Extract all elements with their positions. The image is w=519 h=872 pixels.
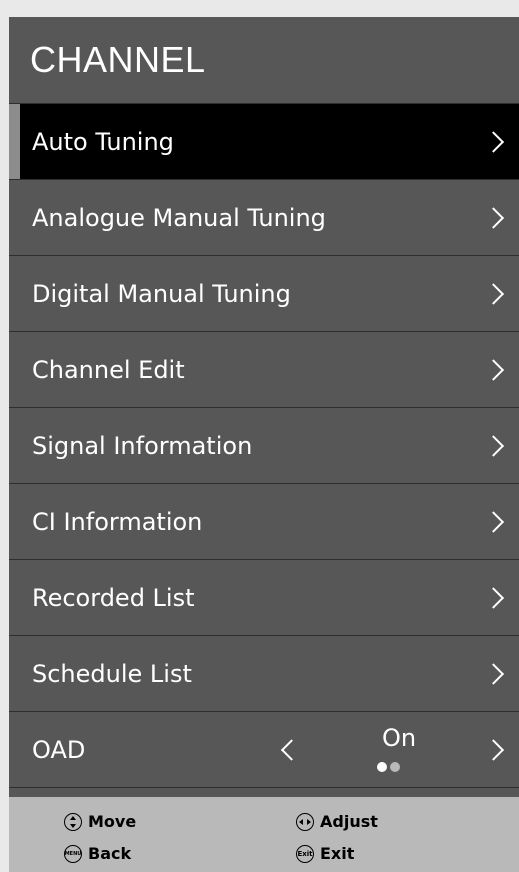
menu-item-ci-information[interactable]: CI Information	[9, 484, 519, 560]
hint-adjust-label: Adjust	[320, 812, 378, 831]
option-dot	[377, 762, 387, 772]
up-down-icon	[64, 812, 82, 831]
exit-key-icon: Exit	[296, 844, 314, 863]
menu-item-schedule-list[interactable]: Schedule List	[9, 636, 519, 712]
option-indicator	[377, 762, 400, 772]
menu-item-oad[interactable]: OAD On	[9, 712, 519, 788]
menu-item-label: Signal Information	[32, 431, 253, 460]
hint-exit: Exit Exit	[296, 844, 354, 863]
menu-item-label: Digital Manual Tuning	[32, 279, 291, 308]
key-hints-footer: Move Adjust MENU Back Exit Exit	[9, 797, 519, 872]
menu-header: CHANNEL	[9, 17, 519, 104]
menu-item-auto-tuning[interactable]: Auto Tuning	[9, 104, 519, 180]
menu-item-channel-edit[interactable]: Channel Edit	[9, 332, 519, 408]
menu-item-analogue-manual-tuning[interactable]: Analogue Manual Tuning	[9, 180, 519, 256]
menu-item-label: Analogue Manual Tuning	[32, 203, 326, 232]
option-dot	[390, 762, 400, 772]
menu-item-label: Auto Tuning	[32, 127, 174, 156]
menu-item-label: OAD	[32, 735, 86, 764]
hint-back-label: Back	[88, 844, 132, 863]
menu-item-label: Schedule List	[32, 659, 192, 688]
menu-item-digital-manual-tuning[interactable]: Digital Manual Tuning	[9, 256, 519, 332]
menu-item-label: Recorded List	[32, 583, 195, 612]
oad-value: On	[381, 724, 417, 752]
menu-item-label: Channel Edit	[32, 355, 185, 384]
channel-menu-panel: CHANNEL Auto Tuning Analogue Manual Tuni…	[9, 17, 519, 872]
hint-move-label: Move	[88, 812, 137, 831]
menu-item-label: CI Information	[32, 507, 203, 536]
menu-item-signal-information[interactable]: Signal Information	[9, 408, 519, 484]
page-title: CHANNEL	[30, 39, 206, 80]
hint-move: Move	[64, 812, 136, 831]
menu-item-recorded-list[interactable]: Recorded List	[9, 560, 519, 636]
hint-back: MENU Back	[64, 844, 131, 863]
hint-exit-label: Exit	[320, 844, 355, 863]
hint-adjust: Adjust	[296, 812, 378, 831]
left-right-icon	[296, 812, 314, 831]
menu-key-icon: MENU	[64, 844, 82, 863]
